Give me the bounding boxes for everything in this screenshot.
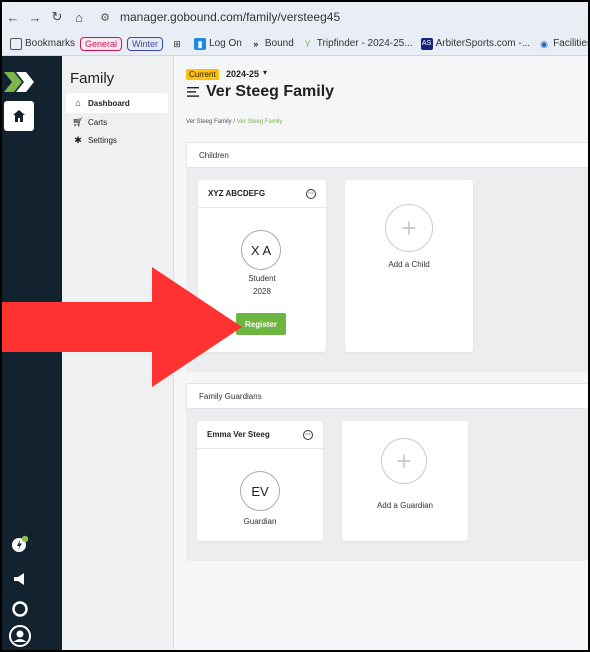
tripfinder-icon: Y <box>304 38 311 49</box>
url-text[interactable]: manager.gobound.com/family/versteeg45 <box>120 10 340 24</box>
rail-home-button[interactable] <box>4 101 34 131</box>
guardian-card-header: Emma Ver Steeg ··· <box>197 421 323 449</box>
add-child-plus-icon[interactable]: + <box>385 204 433 252</box>
bookmark-all[interactable]: Bookmarks <box>10 37 76 50</box>
reload-icon[interactable]: ↻ <box>46 9 68 25</box>
breadcrumb: Ver Steeg Family / Ver Steeg Family <box>186 119 282 125</box>
folder-icon <box>10 37 22 50</box>
child-avatar: X A <box>241 230 281 270</box>
page-title: Ver Steeg Family <box>206 83 335 100</box>
bookmark-label: Bound <box>264 38 294 49</box>
bound-icon: » <box>253 38 259 49</box>
bookmarks-bar: Bookmarks General Winter ⊞ ▮ Log On » Bo… <box>2 32 590 56</box>
more-options-icon[interactable]: ··· <box>306 188 316 199</box>
bookmark-arbiter[interactable]: AS ArbiterSports.com -... <box>420 37 531 50</box>
browser-url-bar: ← → ↻ ⌂ ⚙ manager.gobound.com/family/ver… <box>2 2 588 32</box>
megaphone-icon[interactable] <box>8 567 32 591</box>
chevron-down-icon[interactable]: ▾ <box>263 68 267 77</box>
user-profile-icon[interactable] <box>8 624 32 648</box>
breadcrumb-current[interactable]: Ver Steeg Family <box>237 119 283 125</box>
bookmark-label: ArbiterSports.com -... <box>435 38 531 49</box>
forward-icon[interactable]: → <box>24 10 46 25</box>
bound-logo-icon <box>4 72 34 92</box>
add-child-label[interactable]: Add a Child <box>345 260 473 269</box>
home-browser-icon[interactable]: ⌂ <box>68 10 90 25</box>
sidenav-item-settings[interactable]: ✱ Settings <box>66 130 168 150</box>
sidenav-item-label: Dashboard <box>88 98 130 108</box>
sidenav-item-label: Settings <box>88 135 117 145</box>
screenshot-frame: ← → ↻ ⌂ ⚙ manager.gobound.com/family/ver… <box>0 0 590 652</box>
back-icon[interactable]: ← <box>2 10 24 25</box>
bookmark-label: Log On <box>209 38 242 49</box>
bookmark-label: Facilities Schedule <box>553 38 590 49</box>
home-icon: ⌂ <box>75 98 81 108</box>
bookmark-chip-winter[interactable]: Winter <box>127 36 164 51</box>
season-badge[interactable]: Current <box>186 69 219 80</box>
sidenav-title: Family <box>70 70 115 87</box>
arbiter-icon: AS <box>420 37 433 50</box>
more-options-icon[interactable]: ··· <box>303 429 313 440</box>
facilities-icon: ◉ <box>540 38 548 49</box>
menu-icon[interactable] <box>187 87 199 97</box>
lightning-icon[interactable] <box>8 532 32 556</box>
guardian-name: Emma Ver Steeg <box>207 430 270 439</box>
bookmark-apps[interactable]: ⊞ <box>171 38 186 50</box>
bookmark-chip-general[interactable]: General <box>80 36 123 51</box>
add-guardian-plus-icon[interactable]: + <box>381 438 427 484</box>
red-arrow-annotation <box>2 267 242 387</box>
season-selector[interactable]: 2024-25 <box>226 69 259 79</box>
bookmark-label: Bookmarks <box>25 38 76 49</box>
guardian-card: Emma Ver Steeg ··· EV Guardian <box>197 421 323 541</box>
add-child-card[interactable]: + Add a Child <box>345 180 473 352</box>
home-icon <box>13 110 25 122</box>
sidenav-item-dashboard[interactable]: ⌂ Dashboard <box>66 93 168 113</box>
child-card-header: XYZ ABCDEFG ··· <box>198 180 326 208</box>
sidenav-item-carts[interactable]: 🛒︎ Carts <box>66 112 168 132</box>
bookmark-facilities[interactable]: ◉ Facilities Schedule <box>538 38 590 50</box>
guardians-section: Family Guardians Emma Ver Steeg ··· EV G… <box>186 383 588 561</box>
guardian-role: Guardian <box>243 517 277 526</box>
section-title-guardians: Family Guardians <box>186 383 588 409</box>
cart-icon: 🛒︎ <box>72 116 84 127</box>
lifebuoy-icon[interactable] <box>8 597 32 621</box>
breadcrumb-separator: / <box>233 119 236 125</box>
breadcrumb-root[interactable]: Ver Steeg Family <box>186 119 232 125</box>
bookmark-logon[interactable]: ▮ Log On <box>194 37 242 50</box>
add-guardian-label[interactable]: Add a Guardian <box>342 501 468 510</box>
site-settings-icon[interactable]: ⚙ <box>94 11 116 24</box>
register-button[interactable]: Register <box>236 313 286 335</box>
grid-icon: ⊞ <box>173 38 181 49</box>
section-title-children: Children <box>186 142 588 168</box>
children-section: Children XYZ ABCDEFG ··· X A Student 202… <box>186 142 588 372</box>
bookmark-bound[interactable]: » Bound <box>250 38 294 50</box>
guardian-avatar: EV <box>240 471 280 511</box>
sidenav-item-label: Carts <box>88 117 108 127</box>
child-name: XYZ ABCDEFG <box>208 189 266 198</box>
logon-icon: ▮ <box>194 37 207 50</box>
gear-icon: ✱ <box>74 134 82 145</box>
add-guardian-card[interactable]: + Add a Guardian <box>342 421 468 541</box>
bookmark-label: Tripfinder - 2024-25... <box>316 38 413 49</box>
bookmark-tripfinder[interactable]: Y Tripfinder - 2024-25... <box>302 38 413 50</box>
